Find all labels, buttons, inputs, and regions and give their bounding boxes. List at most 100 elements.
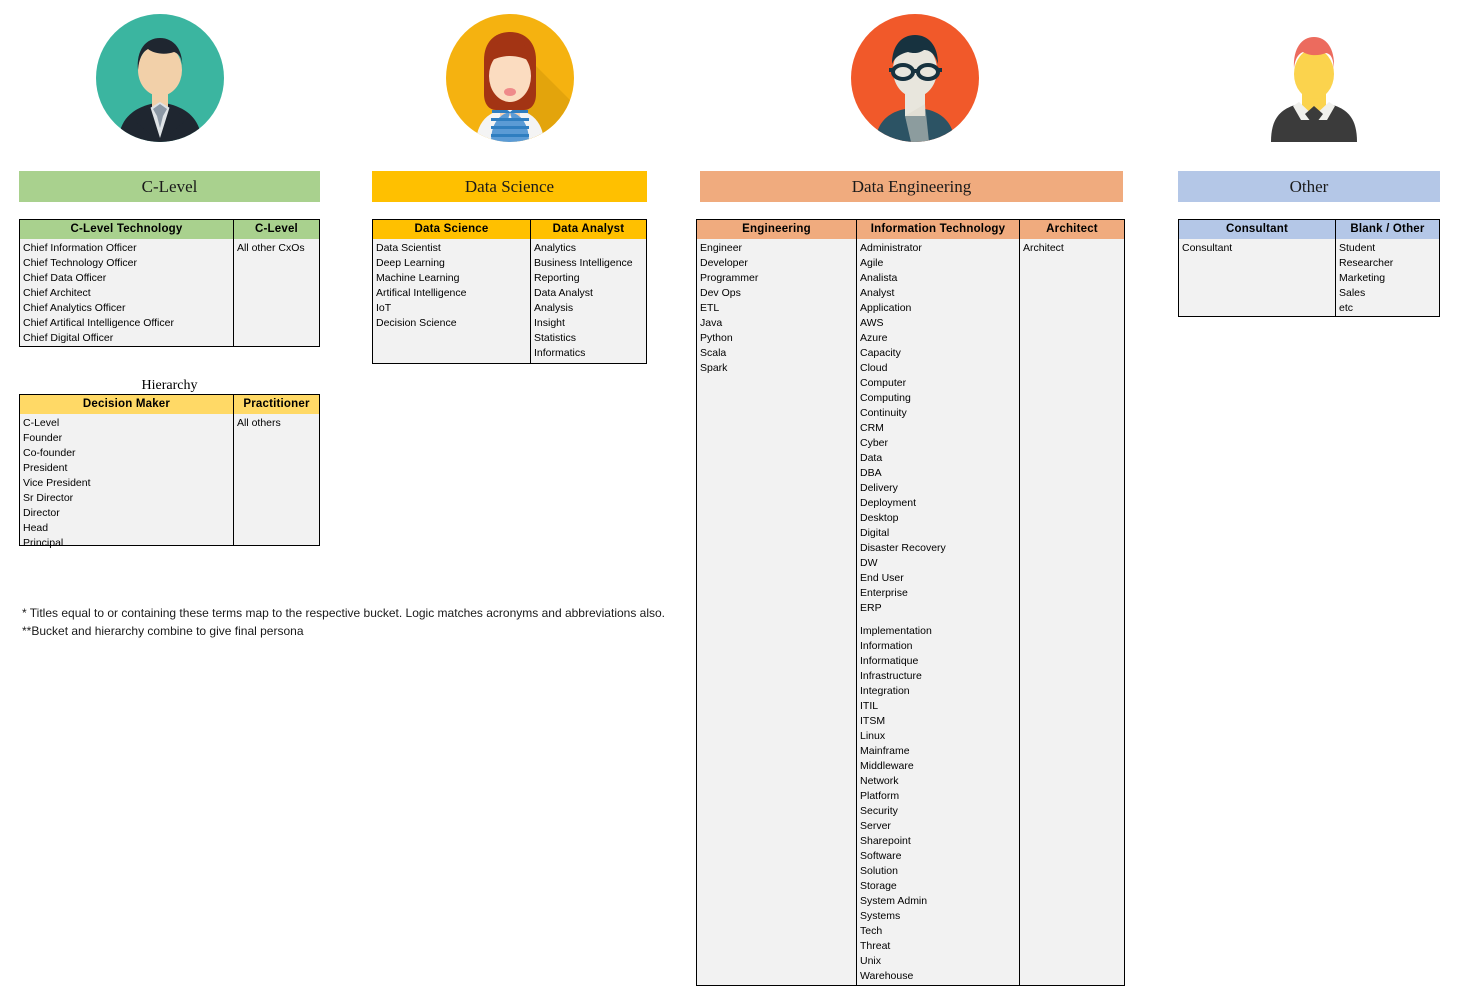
- table-cell: Threat: [860, 940, 891, 952]
- table-cell: Dev Ops: [700, 287, 741, 299]
- data-engineering-avatar: [851, 14, 979, 142]
- table-cell: C-Level: [23, 417, 60, 429]
- table-spacer: [860, 616, 1019, 624]
- table-cell: ETL: [700, 302, 720, 314]
- table-cell: Chief Technology Officer: [23, 257, 138, 269]
- column-body: Chief Information Officer Chief Technolog…: [20, 239, 233, 348]
- man-suit-icon: [96, 14, 224, 142]
- table-cell: Digital: [860, 527, 890, 539]
- table-cell: Decision Science: [376, 317, 457, 329]
- man-red-hair-icon: [1271, 37, 1357, 142]
- column-body: Analytics Business Intelligence Reporting D…: [531, 239, 646, 363]
- table-column: Information Technology Administrator Agile…: [857, 220, 1020, 985]
- table-cell: Storage: [860, 880, 897, 892]
- footnote-titles-mapping: * Titles equal to or containing these te…: [22, 606, 666, 620]
- table-column: Engineering Engineer Developer Programmer De…: [697, 220, 857, 985]
- table-cell: Agile: [860, 257, 884, 269]
- table-cell: Software: [860, 850, 902, 862]
- table-cell: Artifical Intelligence: [376, 287, 467, 299]
- footnote-bucket-hierarchy: **Bucket and hierarchy combine to give f…: [22, 624, 304, 638]
- hierarchy-table: Decision Maker C-Level Founder Co-founder Pr…: [19, 394, 320, 549]
- table-cell: Enterprise: [860, 587, 908, 599]
- table-cell: Computer: [860, 377, 907, 389]
- table-cell: Machine Learning: [376, 272, 460, 284]
- column-body: All other CxOs: [234, 239, 319, 346]
- table-cell: IoT: [376, 302, 392, 314]
- column-header: C-Level: [234, 220, 319, 239]
- column-header: C-Level Technology: [20, 220, 233, 239]
- table-cell: Business Intelligence: [534, 257, 633, 269]
- other-table: Consultant Consultant Blank / Other Student…: [1178, 219, 1440, 317]
- table-cell: Capacity: [860, 347, 901, 359]
- table-cell: Platform: [860, 790, 900, 802]
- table-cell: CRM: [860, 422, 884, 434]
- table-cell: AWS: [860, 317, 884, 329]
- table-cell: Systems: [860, 910, 901, 922]
- table-cell: Information: [860, 640, 913, 652]
- table-column: C-Level All other CxOs: [234, 220, 319, 346]
- table-cell: Network: [860, 775, 899, 787]
- table-column: Architect Architect: [1020, 220, 1124, 985]
- table-cell: Student: [1339, 242, 1376, 254]
- table-cell: Chief Analytics Officer: [23, 302, 126, 314]
- avatar-circle-orange: [851, 14, 979, 142]
- table-cell: Informatics: [534, 347, 586, 359]
- table-cell: Sharepoint: [860, 835, 911, 847]
- banner-other: Other: [1178, 171, 1440, 202]
- table-cell: Engineer: [700, 242, 743, 254]
- table-cell: Disaster Recovery: [860, 542, 946, 554]
- avatar-circle-teal: [96, 14, 224, 142]
- table-cell: Tech: [860, 925, 883, 937]
- table-cell: Mainframe: [860, 745, 910, 757]
- table-cell: End User: [860, 572, 904, 584]
- table-cell: Integration: [860, 685, 910, 697]
- table-cell: Consultant: [1182, 242, 1233, 254]
- table-cell: Administrator: [860, 242, 922, 254]
- table-cell: Analista: [860, 272, 898, 284]
- banner-data-engineering: Data Engineering: [700, 171, 1123, 202]
- table-cell: Director: [23, 507, 60, 519]
- table-cell: Java: [700, 317, 723, 329]
- table-cell: Developer: [700, 257, 748, 269]
- column-header: Data Analyst: [531, 220, 646, 239]
- table-cell: ITIL: [860, 700, 879, 712]
- table-cell: Marketing: [1339, 272, 1386, 284]
- woman-striped-top-icon: [446, 14, 574, 142]
- table-cell: Cyber: [860, 437, 889, 449]
- table-cell: Implementation: [860, 625, 932, 637]
- table-cell: Cloud: [860, 362, 888, 374]
- column-body: Data Scientist Deep Learning Machine Learn…: [373, 239, 530, 363]
- hierarchy-caption: Hierarchy: [141, 378, 198, 393]
- table-cell: DW: [860, 557, 878, 569]
- data-engineering-table: Engineering Engineer Developer Programmer De…: [696, 219, 1125, 986]
- column-header: Information Technology: [857, 220, 1019, 239]
- table-cell: Analyst: [860, 287, 895, 299]
- table-cell: Architect: [1023, 242, 1064, 254]
- banner-data-science: Data Science: [372, 171, 647, 202]
- table-cell: Analysis: [534, 302, 574, 314]
- other-avatar: [1259, 14, 1369, 142]
- table-cell: Python: [700, 332, 733, 344]
- table-cell: etc: [1339, 302, 1354, 314]
- table-cell: Analytics: [534, 242, 577, 254]
- table-cell: All other CxOs: [237, 242, 305, 254]
- column-body: All others: [234, 414, 319, 545]
- table-cell: Chief Data Officer: [23, 272, 107, 284]
- man-glasses-icon: [851, 14, 979, 142]
- column-header: Practitioner: [234, 395, 319, 414]
- table-cell: Founder: [23, 432, 63, 444]
- table-cell: Sales: [1339, 287, 1366, 299]
- table-cell: Statistics: [534, 332, 577, 344]
- column-header: Data Science: [373, 220, 530, 239]
- table-cell: Azure: [860, 332, 888, 344]
- column-body: Student Researcher Marketing Sales etc: [1336, 239, 1439, 318]
- column-header: Architect: [1020, 220, 1124, 239]
- table-cell: Informatique: [860, 655, 919, 667]
- c-level-avatar: [96, 14, 224, 142]
- column-header: Decision Maker: [20, 395, 233, 414]
- column-body: Engineer Developer Programmer Dev Ops ETL Jav…: [697, 239, 856, 985]
- banner-c-level: C-Level: [19, 171, 320, 202]
- table-column: Data Analyst Analytics Business Intelligen…: [531, 220, 646, 363]
- table-column: Practitioner All others: [234, 395, 319, 545]
- table-cell: All others: [237, 417, 281, 429]
